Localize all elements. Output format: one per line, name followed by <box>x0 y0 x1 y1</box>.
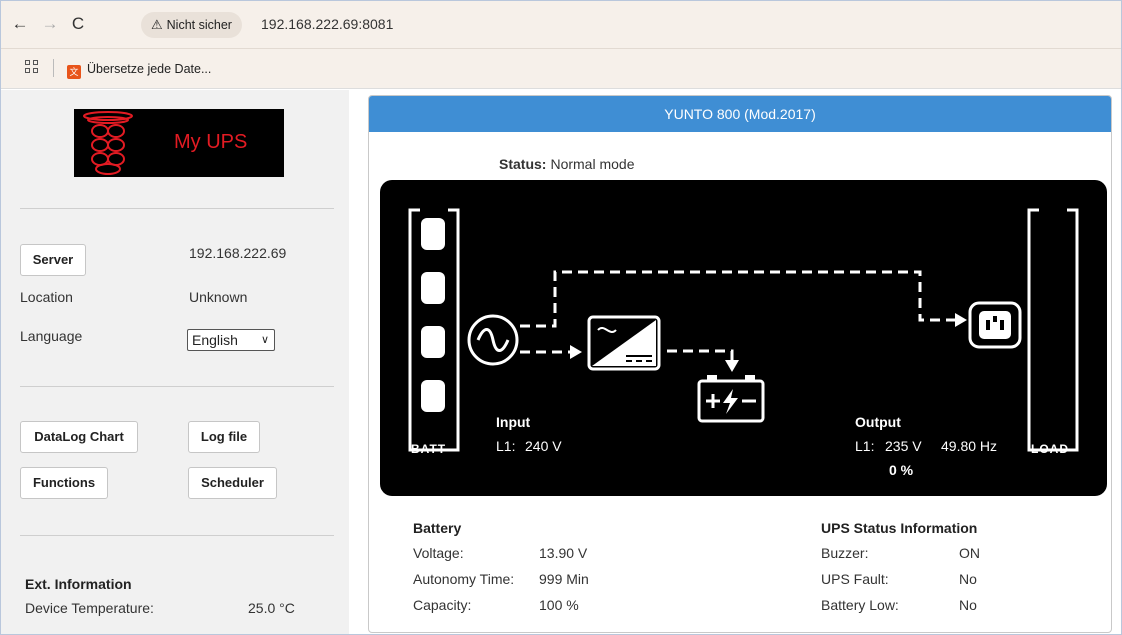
buzzer-value: ON <box>959 545 980 561</box>
divider <box>20 386 334 387</box>
logo-text: My UPS <box>174 131 248 153</box>
scheduler-button[interactable]: Scheduler <box>188 467 277 499</box>
battery-section-title: Battery <box>413 520 462 536</box>
security-chip[interactable]: ⚠ Nicht sicher <box>141 12 242 38</box>
location-label: Location <box>20 289 73 305</box>
ups-panel: YUNTO 800 (Mod.2017) Status:Normal mode <box>368 95 1112 633</box>
bookmark-translate[interactable]: 文 Übersetze jede Date... <box>67 57 211 81</box>
forward-arrow-icon[interactable]: → <box>37 11 63 37</box>
inverter-icon <box>587 315 661 371</box>
language-selected: English <box>192 332 238 348</box>
input-title: Input <box>496 414 531 430</box>
device-temperature-value: 25.0 °C <box>248 600 295 616</box>
ac-input-icon <box>467 314 519 366</box>
autonomy-time-label: Autonomy Time: <box>413 571 515 587</box>
capacity-value: 100 % <box>539 597 579 613</box>
output-voltage: 235 V <box>885 438 922 454</box>
location-value: Unknown <box>189 289 248 305</box>
capacity-label: Capacity: <box>413 597 472 613</box>
back-arrow-icon[interactable]: ← <box>7 11 33 37</box>
input-voltage: 240 V <box>525 438 562 454</box>
server-ip: 192.168.222.69 <box>189 245 287 261</box>
language-label: Language <box>20 328 83 344</box>
ext-info-title: Ext. Information <box>25 576 132 592</box>
browser-toolbar: ← → C ⚠ Nicht sicher 192.168.222.69:8081 <box>1 1 1121 49</box>
lcd-diagram <box>408 208 1079 452</box>
language-select[interactable]: English ∨ <box>187 329 275 351</box>
sidebar: My UPS Server 192.168.222.69 Location Un… <box>1 90 349 634</box>
batt-label: BATT <box>411 442 447 456</box>
status-label: Status: <box>499 156 547 172</box>
ups-status-title: UPS Status Information <box>821 520 978 536</box>
log-file-button[interactable]: Log file <box>188 421 260 453</box>
input-line-label: L1: <box>496 438 516 454</box>
divider <box>20 208 334 209</box>
reload-icon[interactable]: C <box>65 11 91 37</box>
autonomy-time-value: 999 Min <box>539 571 589 587</box>
output-title: Output <box>855 414 901 430</box>
chevron-down-icon: ∨ <box>260 334 269 346</box>
browser-window: ← → C ⚠ Nicht sicher 192.168.222.69:8081 … <box>0 0 1122 635</box>
ups-fault-label: UPS Fault: <box>821 571 889 587</box>
datalog-chart-button[interactable]: DataLog Chart <box>20 421 138 453</box>
divider <box>20 535 334 536</box>
security-label: Nicht sicher <box>166 18 232 32</box>
bookmark-label: Übersetze jede Date... <box>87 62 212 76</box>
buzzer-label: Buzzer: <box>821 545 869 561</box>
bookmarks-divider <box>53 59 54 77</box>
battery-voltage-value: 13.90 V <box>539 545 588 561</box>
status-line: Status: Normal mode <box>499 156 634 172</box>
battery-icon <box>697 375 765 423</box>
status-value: Normal mode <box>550 156 635 172</box>
output-frequency: 49.80 Hz <box>941 438 998 454</box>
battery-voltage-label: Voltage: <box>413 545 464 561</box>
panel-title: YUNTO 800 (Mod.2017) <box>369 96 1111 132</box>
main-content: YUNTO 800 (Mod.2017) Status:Normal mode <box>349 90 1121 634</box>
logo-mark-icon <box>83 111 133 175</box>
warning-icon: ⚠ <box>151 17 163 32</box>
functions-button[interactable]: Functions <box>20 467 108 499</box>
battery-low-value: No <box>959 597 977 613</box>
my-ups-logo: My UPS <box>74 109 284 177</box>
ups-fault-value: No <box>959 571 977 587</box>
load-label: LOAD <box>1031 442 1069 456</box>
output-socket-icon <box>968 301 1022 349</box>
apps-grid-icon[interactable] <box>25 60 39 74</box>
address-bar[interactable]: ⚠ Nicht sicher 192.168.222.69:8081 <box>137 10 1117 40</box>
server-button[interactable]: Server <box>20 244 86 276</box>
device-temperature-label: Device Temperature: <box>25 600 154 616</box>
output-load: 0 % <box>889 462 914 478</box>
bookmarks-bar: 文 Übersetze jede Date... <box>1 49 1121 89</box>
load-level-bar-icon <box>1027 208 1079 452</box>
url-text[interactable]: 192.168.222.69:8081 <box>261 16 393 32</box>
battery-low-label: Battery Low: <box>821 597 899 613</box>
ups-lcd-display: BATT LOAD Input L1: 240 V Output L1: 235… <box>380 180 1107 496</box>
battery-level-bar-icon <box>408 208 460 452</box>
translate-icon: 文 <box>67 65 81 79</box>
output-line-label: L1: <box>855 438 875 454</box>
